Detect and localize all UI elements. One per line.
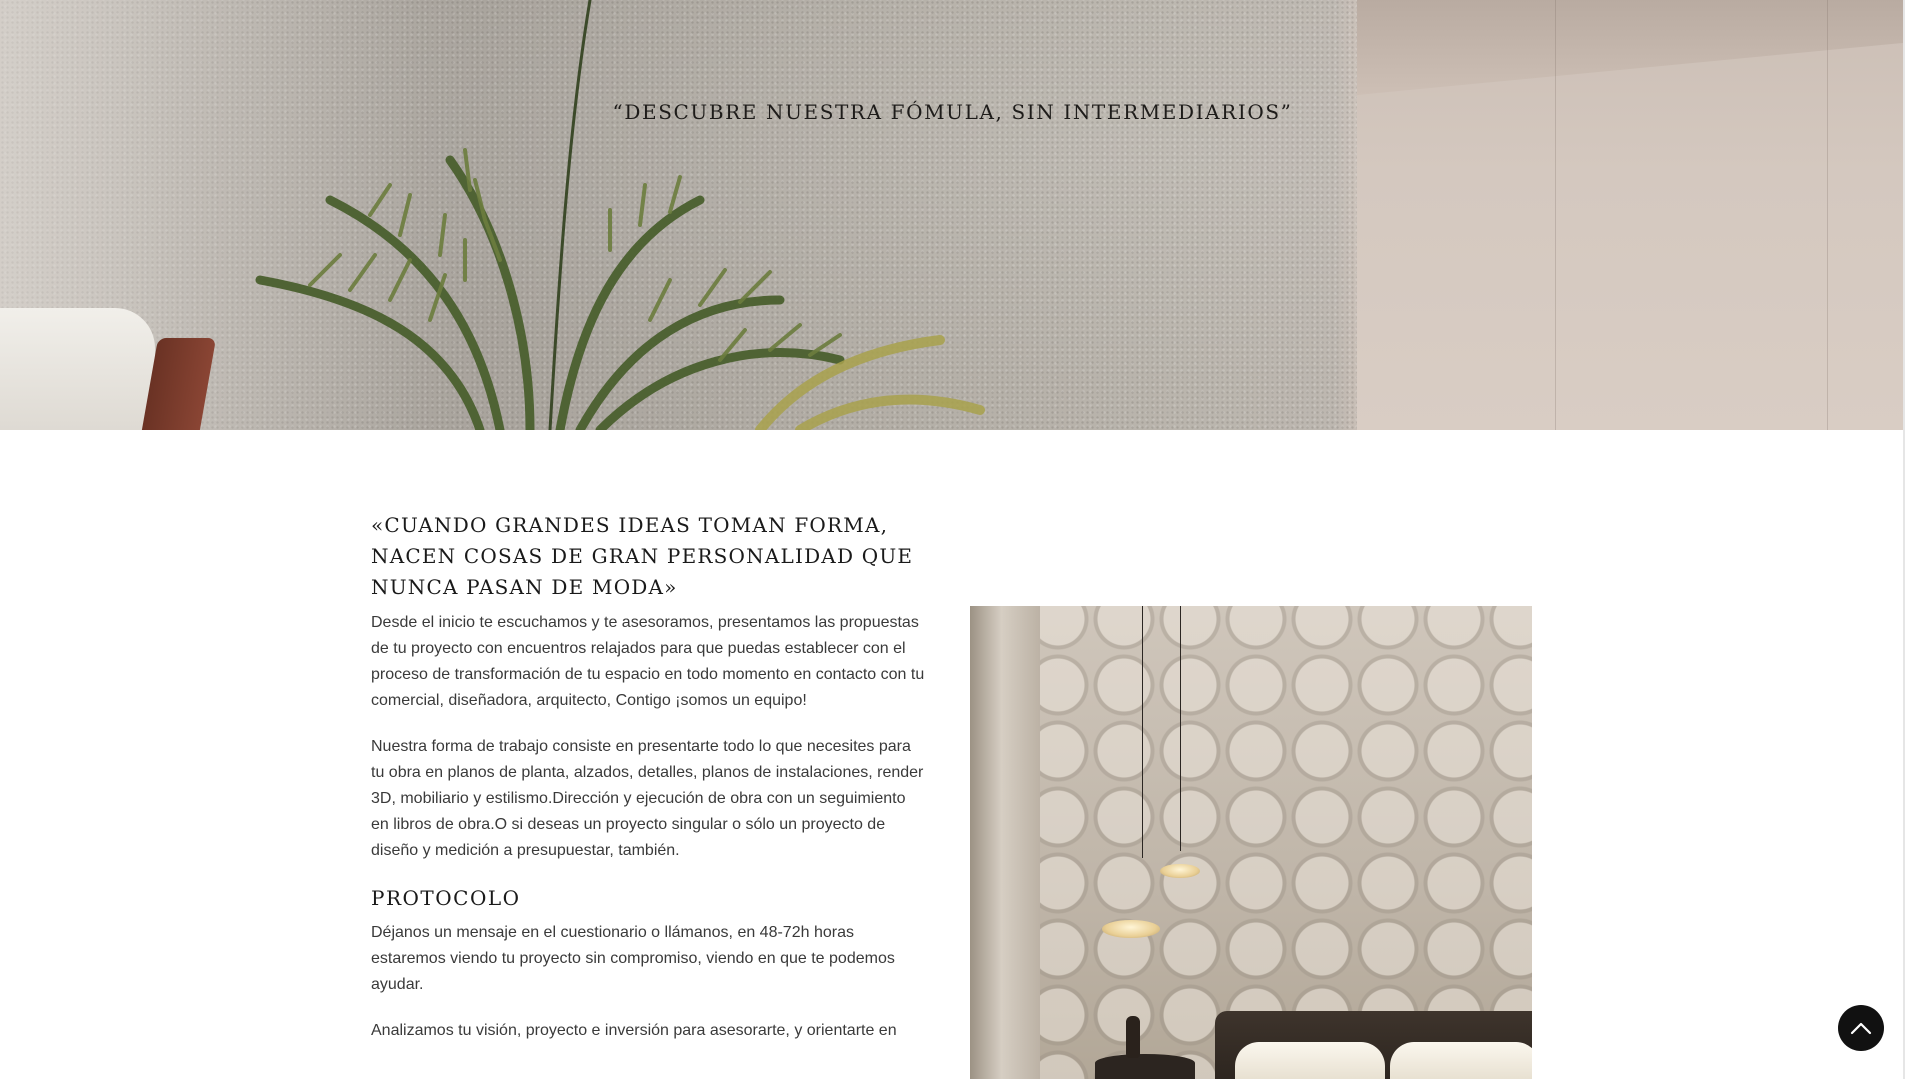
- hero-ceiling: [1357, 0, 1905, 95]
- pillow: [1390, 1042, 1532, 1079]
- pendant-lamp: [1160, 864, 1200, 878]
- circle-tile-wall: [1025, 606, 1532, 1079]
- intro-paragraph: Desde el inicio te escuchamos y te aseso…: [371, 614, 925, 709]
- lamp-cord: [1180, 606, 1181, 851]
- chevron-up-icon: [1850, 1022, 1872, 1035]
- vase: [1126, 1016, 1140, 1058]
- pillow: [1235, 1042, 1385, 1079]
- pendant-lamp: [1102, 920, 1160, 938]
- hero-wall-panel: [1357, 0, 1905, 430]
- hero-quote: “DESCUBRE NUESTRA FÓMULA, SIN INTERMEDIA…: [612, 100, 1293, 124]
- analysis-paragraph: Analizamos tu visión, proyecto e inversi…: [371, 1022, 897, 1039]
- protocol-paragraph: Déjanos un mensaje en el cuestionario o …: [371, 924, 895, 993]
- palm-plant-image: [255, 0, 985, 430]
- nightstand: [1095, 1054, 1195, 1079]
- curtain: [970, 606, 1040, 1079]
- panel-seam: [1555, 0, 1556, 430]
- protocol-heading: PROTOCOLO: [371, 886, 521, 910]
- panel-seam: [1827, 0, 1828, 430]
- main-content: «CUANDO GRANDES IDEAS TOMAN FORMA, NACEN…: [371, 510, 927, 1064]
- section-title: «CUANDO GRANDES IDEAS TOMAN FORMA, NACEN…: [371, 513, 914, 599]
- hero-banner: “DESCUBRE NUESTRA FÓMULA, SIN INTERMEDIA…: [0, 0, 1905, 430]
- method-paragraph: Nuestra forma de trabajo consiste en pre…: [371, 738, 924, 859]
- lamp-cord: [1142, 606, 1143, 858]
- hero-towel: [0, 308, 155, 430]
- scroll-to-top-button[interactable]: [1838, 1005, 1884, 1051]
- bedroom-photo: [970, 606, 1532, 1079]
